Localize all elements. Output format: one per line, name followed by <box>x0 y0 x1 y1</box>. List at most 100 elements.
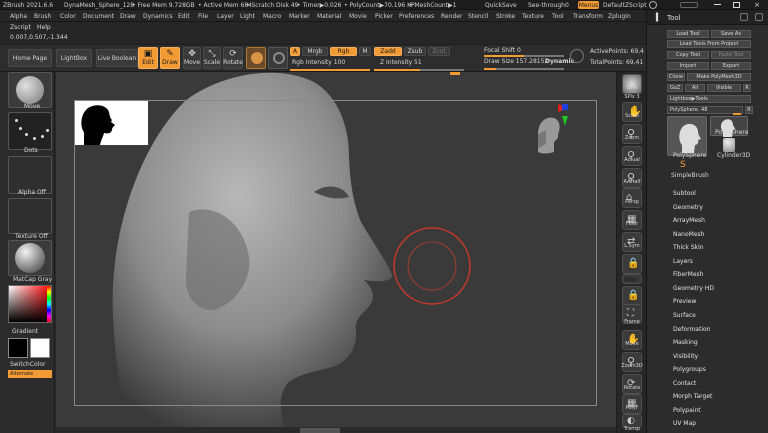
tool-palette-header[interactable]: Tool <box>647 10 768 25</box>
aahalf-button[interactable]: ⚲ <box>622 168 642 188</box>
scale-button[interactable]: ⤡ Scale <box>203 47 221 69</box>
menu-brush[interactable]: Brush <box>34 13 51 20</box>
polyf-button[interactable]: ▦ <box>622 394 642 414</box>
color-picker[interactable] <box>8 285 52 323</box>
edit-button[interactable]: ▣ Edit <box>138 47 158 69</box>
zcut-toggle[interactable]: Zcut <box>428 47 450 56</box>
save-as-button[interactable]: Save As <box>711 30 751 38</box>
menu-preferences[interactable]: Preferences <box>399 13 434 20</box>
clone-button[interactable]: Clone <box>667 73 685 81</box>
layout-toggle-icon[interactable] <box>680 2 698 8</box>
menu-document[interactable]: Document <box>83 13 114 20</box>
spix-label[interactable]: SPix 3 <box>619 95 645 100</box>
minimize-icon[interactable] <box>714 4 721 5</box>
material-preview[interactable] <box>246 47 266 69</box>
mrgb-toggle[interactable]: Mrgb <box>302 47 328 56</box>
zsub-toggle[interactable]: Zsub <box>404 47 426 56</box>
close-icon[interactable]: × <box>753 1 761 9</box>
load-tool-button[interactable]: Load Tool <box>667 30 709 38</box>
gizmo-toggle-icon[interactable] <box>570 49 584 63</box>
subpalette-visibility[interactable]: Visibility <box>673 353 698 360</box>
main-color-swatch[interactable] <box>8 338 28 358</box>
subpalette-nanomesh[interactable]: NanoMesh <box>673 231 704 238</box>
subpalette-surface[interactable]: Surface <box>673 312 696 319</box>
goz-r-button[interactable]: R <box>743 84 751 92</box>
subpalette-thick-skin[interactable]: Thick Skin <box>673 244 704 251</box>
xyz-button[interactable]: Qxyz <box>622 274 642 284</box>
import-button[interactable]: Import <box>667 62 709 70</box>
zadd-toggle[interactable]: Zadd <box>374 47 402 56</box>
a-toggle[interactable]: A <box>290 47 300 56</box>
goz-button[interactable]: GoZ <box>667 84 683 92</box>
copy-tool-button[interactable]: Copy Tool <box>667 51 709 59</box>
menu-picker[interactable]: Picker <box>375 13 393 20</box>
focal-shift-slider[interactable] <box>484 55 564 57</box>
move-view-button[interactable]: ✋ <box>622 330 642 350</box>
subpalette-fibermesh[interactable]: FiberMesh <box>673 271 703 278</box>
actual-button[interactable]: ⚲ <box>622 146 642 166</box>
menu-layer[interactable]: Layer <box>217 13 234 20</box>
menu-zplugin[interactable]: Zplugin <box>608 13 631 20</box>
menu-marker[interactable]: Marker <box>289 13 310 20</box>
subpalette-contact[interactable]: Contact <box>673 380 696 387</box>
menu-dynamics[interactable]: Dynamics <box>143 13 173 20</box>
menu-texture[interactable]: Texture <box>522 13 544 20</box>
menu-edit[interactable]: Edit <box>178 13 190 20</box>
subpalette-masking[interactable]: Masking <box>673 339 698 346</box>
maximize-icon[interactable] <box>733 2 740 8</box>
menu-color[interactable]: Color <box>60 13 76 20</box>
draw-size-slider[interactable] <box>484 68 564 70</box>
subpalette-arraymesh[interactable]: ArrayMesh <box>673 217 705 224</box>
cylinder-thumb-icon[interactable] <box>723 138 735 152</box>
subpalette-deformation[interactable]: Deformation <box>673 326 710 333</box>
subpalette-subtool[interactable]: Subtool <box>673 190 696 197</box>
current-tool-slider[interactable]: PolySphere. 48 <box>667 106 743 114</box>
menu-transform[interactable]: Transform <box>573 13 603 20</box>
switchcolor-button[interactable]: SwitchColor <box>10 362 46 368</box>
draw-button[interactable]: ✎ Draw <box>160 47 180 69</box>
zoom3d-button[interactable]: ⚲ <box>622 352 642 372</box>
subpalette-geometry-hd[interactable]: Geometry HD <box>673 285 714 292</box>
subpalette-polypaint[interactable]: Polypaint <box>673 407 701 414</box>
menu-stroke[interactable]: Stroke <box>496 13 515 20</box>
current-tool-r-button[interactable]: R <box>745 106 753 114</box>
gizmo-lock-button[interactable]: 🔒 <box>622 286 642 306</box>
see-through-value[interactable]: 0 <box>565 2 569 9</box>
z-intensity-slider[interactable] <box>374 69 464 71</box>
tool-thumb-polysphere-main[interactable] <box>667 116 707 156</box>
alternate-button[interactable]: Alternate <box>8 370 52 378</box>
zoom-button[interactable]: ⚲ <box>622 124 642 144</box>
rotate-view-button[interactable]: ⟳ <box>622 374 642 394</box>
material-thumbnail[interactable] <box>8 240 52 276</box>
hue-strip[interactable] <box>47 286 51 322</box>
menus-button[interactable]: Menus <box>578 1 599 9</box>
subpalette-geometry[interactable]: Geometry <box>673 204 703 211</box>
bpr-render-button[interactable] <box>622 74 642 94</box>
lightbox-button[interactable]: LightBox <box>56 49 92 67</box>
draw-size-label[interactable]: Draw Size 157.28152 <box>484 59 548 65</box>
move-button[interactable]: ✥ Move <box>183 47 201 69</box>
stroke-thumbnail[interactable] <box>8 112 52 150</box>
make-polymesh-button[interactable]: Make PolyMesh3D <box>687 73 751 81</box>
stroke-preview[interactable] <box>268 47 288 69</box>
menu-render[interactable]: Render <box>441 13 462 20</box>
rgb-intensity-label[interactable]: Rgb Intensity 100 <box>292 60 345 66</box>
lock-button[interactable]: 🔒 <box>622 254 642 274</box>
palette-close-icon[interactable] <box>755 13 763 21</box>
persp-button[interactable]: ⌂ <box>622 188 642 208</box>
m-toggle[interactable]: M <box>359 47 371 56</box>
goz-all-button[interactable]: All <box>685 84 705 92</box>
export-button[interactable]: Export <box>711 62 751 70</box>
load-tools-from-project-button[interactable]: Load Tools From Project <box>667 40 751 48</box>
menu-movie[interactable]: Movie <box>349 13 367 20</box>
z-intensity-label[interactable]: Z Intensity 51 <box>380 60 422 66</box>
goz-visible-button[interactable]: Visible <box>707 84 741 92</box>
menu-alpha[interactable]: Alpha <box>10 13 27 20</box>
subpalette-polygroups[interactable]: Polygroups <box>673 366 706 373</box>
paste-tool-button[interactable]: Paste Tool <box>711 51 751 59</box>
scroll-button[interactable]: ✋ <box>622 102 642 122</box>
canvas-bottom-handle[interactable] <box>300 428 340 433</box>
menu-stencil[interactable]: Stencil <box>468 13 488 20</box>
menu-macro[interactable]: Macro <box>263 13 281 20</box>
lightbox-tools-button[interactable]: Lightbox▶Tools <box>667 95 751 103</box>
